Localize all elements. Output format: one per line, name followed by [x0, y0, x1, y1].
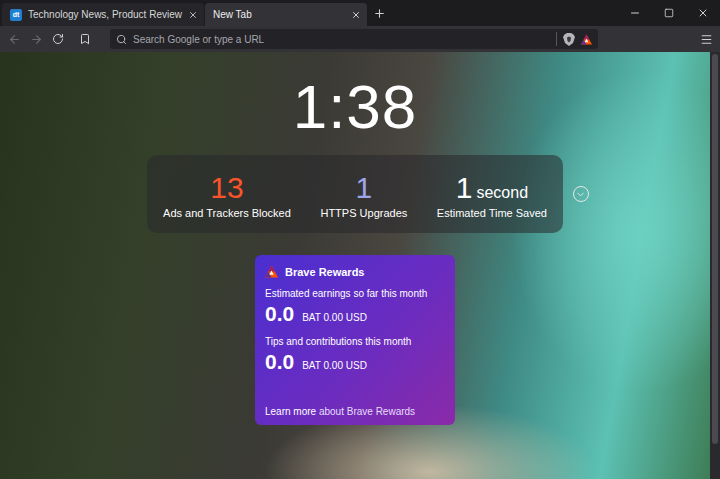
expand-stats-button[interactable] — [573, 186, 589, 202]
rewards-footer: Learn more about Brave Rewards — [265, 406, 445, 417]
stat-unit: second — [476, 184, 528, 202]
forward-arrow-icon — [30, 33, 43, 46]
search-icon — [116, 34, 127, 45]
stat-value: 1 — [356, 171, 373, 205]
menu-icon — [700, 33, 713, 46]
close-window-button[interactable] — [686, 0, 720, 26]
currency: BAT 0.00 USD — [302, 312, 367, 323]
bat-logo-icon — [265, 265, 278, 278]
tab[interactable]: New Tab — [205, 3, 367, 26]
reload-icon — [52, 33, 64, 45]
background-photo: 1:38 13 Ads and Trackers Blocked 1 HTTPS Upg… — [0, 52, 710, 479]
back-arrow-icon — [8, 33, 21, 46]
address-placeholder: Search Google or type a URL — [133, 34, 550, 45]
section-label: Estimated earnings so far this month — [265, 288, 445, 299]
rewards-card: Brave Rewards Estimated earnings so far t… — [255, 255, 455, 425]
bookmark-button[interactable] — [70, 26, 100, 52]
maximize-button[interactable] — [652, 0, 686, 26]
back-button[interactable] — [4, 26, 24, 52]
plus-icon — [373, 7, 386, 20]
rewards-section: Tips and contributions this month 0.0 BAT … — [265, 336, 445, 374]
stat-label: Estimated Time Saved — [437, 207, 547, 219]
maximize-icon — [664, 8, 674, 18]
chevron-down-icon — [575, 189, 586, 200]
favicon-icon: dt — [10, 9, 22, 21]
stat-label: Ads and Trackers Blocked — [163, 207, 291, 219]
stat: 1 HTTPS Upgrades — [309, 171, 419, 219]
divider — [556, 32, 557, 46]
brave-shield-icon[interactable] — [563, 33, 575, 46]
stat: 13 Ads and Trackers Blocked — [163, 171, 291, 219]
clock: 1:38 — [293, 72, 418, 142]
scroll-thumb[interactable] — [712, 54, 718, 444]
stat: 1second Estimated Time Saved — [437, 171, 547, 219]
rewards-title: Brave Rewards — [285, 266, 365, 278]
stats-panel: 13 Ads and Trackers Blocked 1 HTTPS Upgrade… — [147, 155, 563, 233]
reload-button[interactable] — [48, 26, 68, 52]
amount: 0.0 — [265, 350, 294, 374]
browser-window: dt Technology News, Product Review New Tab… — [0, 0, 720, 479]
currency: BAT 0.00 USD — [302, 360, 367, 371]
tab[interactable]: dt Technology News, Product Review — [2, 3, 204, 26]
rewards-header: Brave Rewards — [265, 265, 445, 278]
stat-label: HTTPS Upgrades — [320, 207, 407, 219]
address-bar[interactable]: Search Google or type a URL — [110, 29, 598, 49]
rewards-section: Estimated earnings so far this month 0.0 B… — [265, 288, 445, 326]
bookmark-icon — [79, 33, 91, 45]
section-label: Tips and contributions this month — [265, 336, 445, 347]
tab-label: New Tab — [213, 9, 345, 20]
stat-value: 13 — [210, 171, 243, 205]
stat-value: 1 — [456, 171, 473, 205]
footer-text: about Brave Rewards — [319, 406, 415, 417]
toolbar: Search Google or type a URL — [0, 26, 720, 52]
brave-rewards-icon — [581, 34, 592, 45]
learn-more-link[interactable]: Learn more — [265, 406, 316, 417]
new-tab-button[interactable] — [368, 0, 392, 26]
tab-bar: dt Technology News, Product Review New Tab — [0, 0, 720, 26]
new-tab-page: 1:38 13 Ads and Trackers Blocked 1 HTTPS Upg… — [0, 52, 720, 479]
minimize-icon — [629, 7, 641, 19]
close-tab-icon[interactable] — [188, 10, 198, 20]
close-tab-icon[interactable] — [351, 10, 361, 20]
amount: 0.0 — [265, 302, 294, 326]
stats-row: 13 Ads and Trackers Blocked 1 HTTPS Upgrade… — [121, 155, 589, 233]
forward-button[interactable] — [26, 26, 46, 52]
minimize-button[interactable] — [618, 0, 652, 26]
tab-label: Technology News, Product Review — [28, 9, 182, 20]
menu-button[interactable] — [696, 26, 716, 52]
close-window-icon — [697, 7, 709, 19]
scrollbar[interactable] — [710, 52, 720, 479]
